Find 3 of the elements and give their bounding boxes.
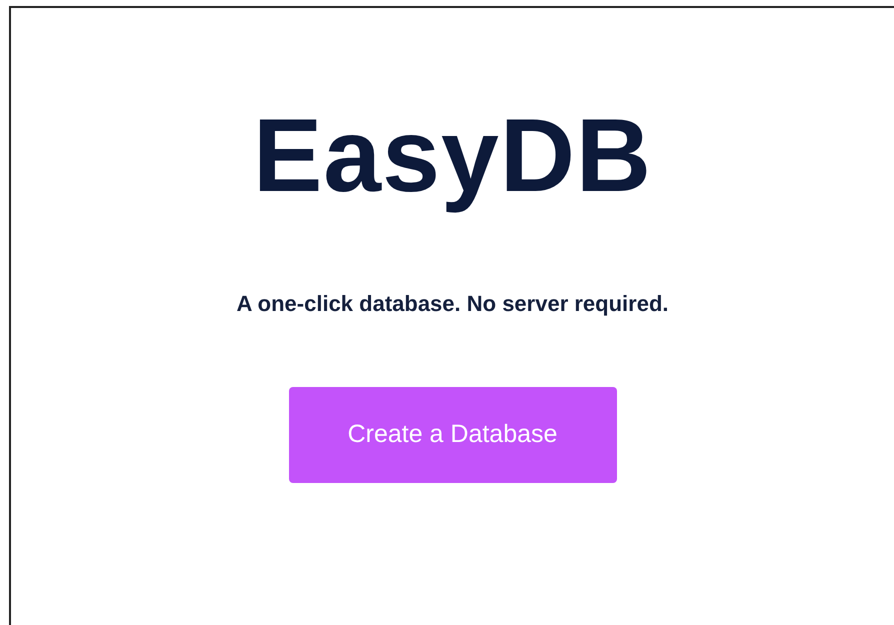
app-title: EasyDB [252, 97, 652, 216]
tagline: A one-click database. No server required. [236, 290, 669, 317]
create-database-button[interactable]: Create a Database [288, 386, 616, 483]
